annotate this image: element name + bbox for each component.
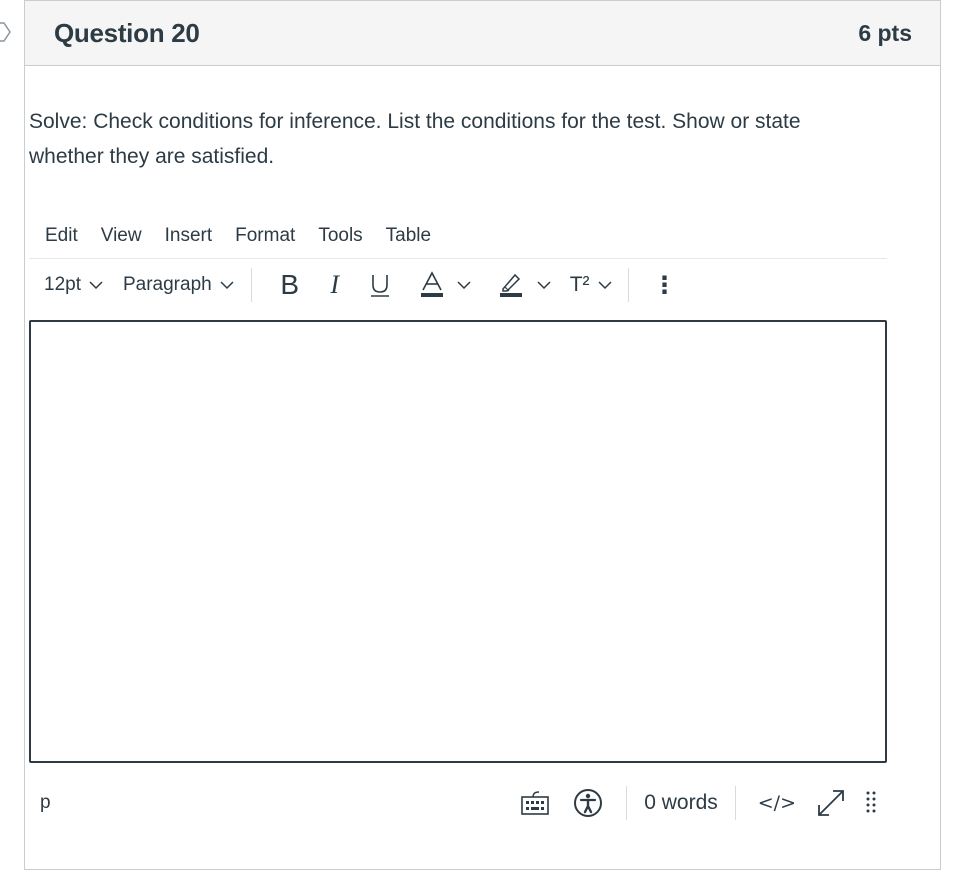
chevron-down-icon: [598, 281, 612, 290]
editor-statusbar: p 0 words </>: [29, 780, 887, 826]
fullscreen-button[interactable]: [816, 788, 846, 818]
font-size-value: 12pt: [44, 274, 81, 295]
text-color-icon: [420, 271, 443, 297]
question-text: Solve: Check conditions for inference. L…: [29, 110, 801, 168]
chevron-down-icon: [220, 281, 234, 290]
bold-icon: B: [280, 269, 300, 300]
element-path[interactable]: p: [40, 792, 51, 814]
accessibility-icon: [574, 789, 603, 817]
italic-icon: I: [330, 270, 340, 299]
bold-button[interactable]: B: [276, 269, 304, 301]
editor-menubar: Edit View Insert Format Tools Table: [29, 213, 887, 259]
question-title: Question 20: [54, 17, 200, 48]
menu-format[interactable]: Format: [235, 225, 295, 247]
menu-table[interactable]: Table: [386, 225, 431, 247]
expand-icon: [818, 790, 844, 816]
toolbar-separator: [250, 268, 252, 302]
highlighter-icon: [499, 273, 522, 297]
superscript-button[interactable]: T²: [570, 273, 612, 297]
text-color-button[interactable]: [419, 271, 471, 299]
question-points: 6 pts: [858, 19, 912, 46]
drag-handle-icon: [866, 791, 876, 813]
statusbar-separator: [734, 786, 736, 820]
accessibility-checker-button[interactable]: [573, 788, 603, 818]
word-count[interactable]: 0 words: [627, 791, 735, 815]
highlight-color-button[interactable]: [499, 271, 551, 299]
block-format-value: Paragraph: [122, 274, 212, 295]
underline-icon: [370, 275, 389, 297]
resize-handle[interactable]: [864, 790, 878, 816]
italic-button[interactable]: I: [324, 270, 346, 300]
chevron-down-icon: [457, 281, 471, 290]
chevron-down-icon: [537, 281, 551, 290]
menu-tools[interactable]: Tools: [318, 225, 362, 247]
superscript-icon: T²: [569, 273, 590, 296]
more-vertical-icon: ⋮: [652, 271, 677, 299]
rich-text-editor-area[interactable]: [29, 320, 887, 763]
font-size-select[interactable]: 12pt: [44, 274, 103, 296]
question-header: Question 20 6 pts: [25, 1, 940, 66]
keyboard-icon: [521, 791, 550, 815]
underline-button[interactable]: [369, 272, 391, 298]
block-format-select[interactable]: Paragraph: [123, 274, 234, 296]
menu-edit[interactable]: Edit: [45, 225, 78, 247]
collapse-chevron-icon: [0, 22, 11, 42]
chevron-down-icon: [89, 281, 103, 290]
menu-view[interactable]: View: [101, 225, 142, 247]
html-editor-toggle[interactable]: </>: [758, 792, 796, 814]
keyboard-shortcuts-button[interactable]: [520, 790, 550, 816]
more-options-button[interactable]: ⋮: [652, 271, 677, 300]
toolbar-separator: [627, 268, 629, 302]
menu-insert[interactable]: Insert: [165, 225, 213, 247]
editor-toolbar: 12pt Paragraph B I T² ⋮: [29, 262, 887, 308]
